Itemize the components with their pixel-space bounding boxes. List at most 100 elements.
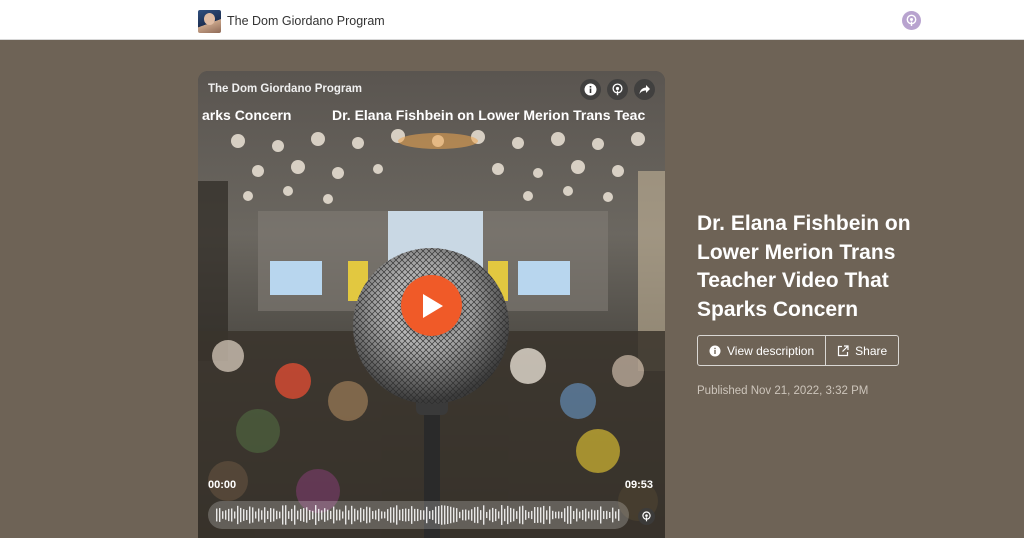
- share-icon: [639, 85, 650, 94]
- view-description-button[interactable]: View description: [698, 336, 825, 365]
- waveform-sample: [402, 508, 404, 522]
- share-label: Share: [855, 343, 888, 358]
- waveform-sample: [237, 505, 239, 525]
- info-button[interactable]: [580, 79, 601, 100]
- waveform-sample: [501, 505, 503, 525]
- waveform-sample: [261, 510, 263, 520]
- waveform-sample: [576, 508, 578, 522]
- waveform-sample: [345, 505, 347, 525]
- waveform-sample: [489, 509, 491, 521]
- waveform-sample: [300, 509, 302, 521]
- waveform-sample: [408, 508, 410, 522]
- waveform-sample: [471, 509, 473, 521]
- player-show-name: The Dom Giordano Program: [208, 83, 362, 95]
- waveform-sample: [435, 506, 437, 524]
- marquee-text-right: Dr. Elana Fishbein on Lower Merion Trans…: [332, 107, 646, 123]
- waveform-sample: [318, 508, 320, 522]
- waveform-sample: [432, 510, 434, 520]
- waveform-sample: [399, 509, 401, 521]
- share-episode-button[interactable]: Share: [825, 336, 898, 365]
- waveform-sample: [243, 509, 245, 521]
- waveform-sample: [426, 506, 428, 524]
- waveform-sample: [555, 511, 557, 519]
- waveform-sample: [270, 508, 272, 522]
- waveform-sample: [477, 506, 479, 524]
- waveform-sample: [396, 505, 398, 525]
- waveform-sample: [315, 505, 317, 525]
- waveform-sample: [291, 508, 293, 522]
- podcast-icon: [612, 83, 623, 96]
- host-avatar: [198, 9, 221, 33]
- waveform-sample: [372, 511, 374, 519]
- current-time: 00:00: [208, 479, 237, 491]
- waveform-sample: [309, 510, 311, 520]
- waveform-sample: [453, 507, 455, 523]
- waveform-sample: [411, 506, 413, 524]
- waveform-sample: [573, 510, 575, 520]
- waveform-sample: [324, 508, 326, 522]
- brand-link[interactable]: The Dom Giordano Program: [198, 9, 385, 33]
- waveform-sample: [444, 505, 446, 525]
- waveform-sample: [525, 510, 527, 520]
- waveform-graphic: [216, 505, 620, 525]
- waveform-sample: [276, 510, 278, 520]
- waveform-sample: [333, 506, 335, 524]
- external-share-icon: [838, 344, 849, 356]
- waveform-sample: [312, 510, 314, 520]
- waveform-sample: [246, 510, 248, 520]
- seek-waveform[interactable]: [208, 501, 629, 529]
- waveform-sample: [225, 510, 227, 520]
- waveform-sample: [594, 510, 596, 520]
- info-icon: [584, 83, 597, 96]
- waveform-sample: [231, 508, 233, 522]
- waveform-sample: [462, 509, 464, 521]
- waveform-sample: [552, 510, 554, 520]
- waveform-sample: [342, 511, 344, 519]
- waveform-sample: [234, 511, 236, 519]
- top-bar: The Dom Giordano Program: [0, 0, 1024, 40]
- waveform-sample: [267, 510, 269, 520]
- waveform-sample: [255, 511, 257, 519]
- waveform-sample: [321, 510, 323, 520]
- waveform-sample: [273, 508, 275, 522]
- waveform-sample: [423, 510, 425, 520]
- waveform-sample: [357, 510, 359, 520]
- waveform-sample: [279, 511, 281, 519]
- waveform-sample: [216, 508, 218, 522]
- waveform-sample: [543, 505, 545, 525]
- play-button[interactable]: [401, 275, 462, 336]
- duration: 09:53: [624, 479, 653, 491]
- audio-player: The Dom Giordano Program arks Concern Dr…: [198, 71, 665, 538]
- waveform-sample: [600, 506, 602, 524]
- waveform-sample: [390, 507, 392, 523]
- waveform-podcast-button[interactable]: [638, 508, 655, 525]
- waveform-sample: [531, 510, 533, 520]
- waveform-sample: [354, 508, 356, 522]
- waveform-sample: [468, 510, 470, 520]
- podcast-icon[interactable]: [902, 11, 921, 30]
- waveform-sample: [297, 510, 299, 520]
- waveform-sample: [360, 507, 362, 523]
- waveform-sample: [294, 505, 296, 525]
- info-icon: [709, 345, 721, 356]
- waveform-sample: [591, 509, 593, 521]
- waveform-sample: [618, 509, 620, 521]
- share-button[interactable]: [634, 79, 655, 100]
- waveform-sample: [381, 511, 383, 519]
- waveform-sample: [405, 508, 407, 522]
- episode-actions: View description Share: [697, 335, 900, 366]
- waveform-sample: [465, 509, 467, 521]
- waveform-sample: [393, 507, 395, 523]
- waveform-sample: [285, 505, 287, 525]
- waveform-sample: [498, 511, 500, 519]
- waveform-sample: [579, 511, 581, 519]
- waveform-sample: [558, 511, 560, 519]
- waveform-sample: [519, 506, 521, 524]
- waveform-sample: [528, 511, 530, 519]
- podcast-button[interactable]: [607, 79, 628, 100]
- waveform-sample: [516, 511, 518, 519]
- waveform-sample: [564, 508, 566, 522]
- waveform-sample: [507, 505, 509, 525]
- waveform-sample: [420, 510, 422, 520]
- waveform-sample: [588, 511, 590, 519]
